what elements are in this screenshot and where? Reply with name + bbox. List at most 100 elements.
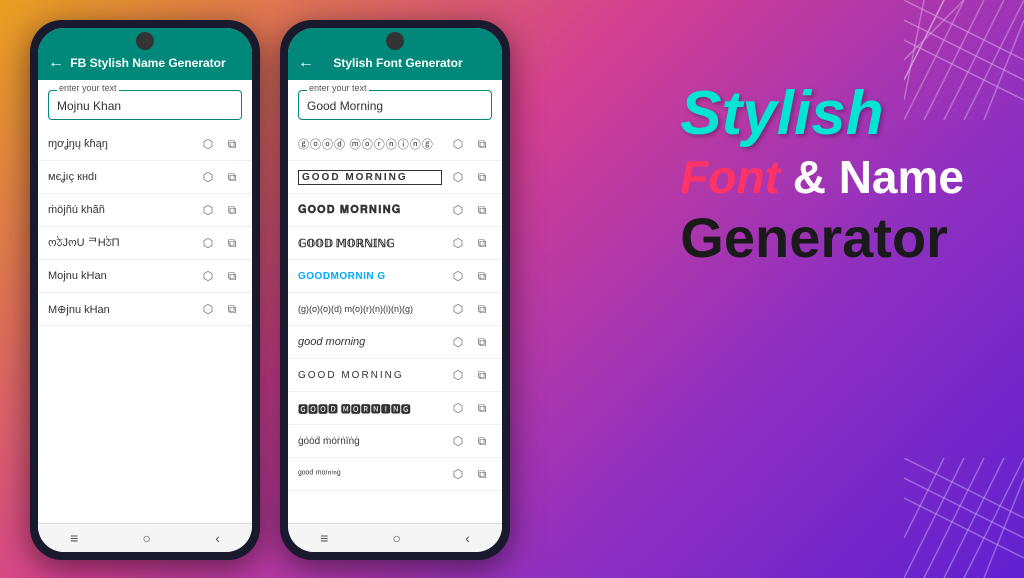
result-p2-text-7: good morning bbox=[298, 336, 442, 348]
share-icon-6[interactable]: ⬡ bbox=[198, 299, 218, 319]
result-p2-text-3: 𝐆𝐎𝐎𝐃 𝐌𝐎𝐑𝐍𝐈𝐍𝐆 bbox=[298, 204, 442, 217]
share-p2-icon-3[interactable]: ⬡ bbox=[448, 200, 468, 220]
phones-area: ← FB Stylish Name Generator enter your t… bbox=[30, 20, 510, 560]
phone-1-input-wrapper: enter your text Mojnu Khan bbox=[48, 90, 242, 120]
promo-and-text: & Name bbox=[793, 151, 964, 203]
nav-back-icon[interactable]: ‹ bbox=[215, 530, 220, 546]
result-p2-text-10: ġȯȯḋ ṁȯṙṅïṅġ bbox=[298, 436, 442, 447]
result-p2-icons-7: ⬡ ⧉ bbox=[448, 332, 492, 352]
nav2-back-icon[interactable]: ‹ bbox=[465, 530, 470, 546]
result-p2-icons-10: ⬡ ⧉ bbox=[448, 431, 492, 451]
copy-icon-6[interactable]: ⧉ bbox=[222, 299, 242, 319]
copy-p2-icon-6[interactable]: ⧉ bbox=[472, 299, 492, 319]
share-p2-icon-8[interactable]: ⬡ bbox=[448, 365, 468, 385]
share-p2-icon-7[interactable]: ⬡ bbox=[448, 332, 468, 352]
phone-1-nav: ≡ ○ ‹ bbox=[38, 523, 252, 552]
copy-p2-icon-3[interactable]: ⧉ bbox=[472, 200, 492, 220]
list-item: GOODMORNIN G ⬡ ⧉ bbox=[288, 260, 502, 293]
result-text-5: Mojnu kHan bbox=[48, 270, 192, 282]
result-p2-text-8: GOOD MORNING bbox=[298, 370, 442, 381]
phone-1-input-label: enter your text bbox=[57, 83, 119, 93]
phone-1-title: FB Stylish Name Generator bbox=[70, 56, 226, 70]
list-item: (g)(o)(o)(d) m(o)(r)(n)(i)(n)(g) ⬡ ⧉ bbox=[288, 293, 502, 326]
phone-1-back-icon[interactable]: ← bbox=[48, 54, 64, 72]
copy-p2-icon-7[interactable]: ⧉ bbox=[472, 332, 492, 352]
result-p2-icons-5: ⬡ ⧉ bbox=[448, 266, 492, 286]
promo-generator-text: Generator bbox=[680, 207, 964, 269]
result-p2-icons-1: ⬡ ⧉ bbox=[448, 134, 492, 154]
result-p2-text-9: 🅶🅾🅾🅳 🅼🅾🆁🅽🅸🅽🅶 bbox=[298, 401, 442, 416]
share-p2-icon-9[interactable]: ⬡ bbox=[448, 398, 468, 418]
phone-2-input-label: enter your text bbox=[307, 83, 369, 93]
copy-icon-3[interactable]: ⧉ bbox=[222, 200, 242, 220]
share-icon-3[interactable]: ⬡ bbox=[198, 200, 218, 220]
phone-1: ← FB Stylish Name Generator enter your t… bbox=[30, 20, 260, 560]
list-item: 🅶🅾🅾🅳 🅼🅾🆁🅽🅸🅽🅶 ⬡ ⧉ bbox=[288, 392, 502, 425]
phone-2-title: Stylish Font Generator bbox=[320, 56, 476, 70]
result-text-1: ɱơʝŋų ƙɦąŋ bbox=[48, 138, 192, 150]
share-p2-icon-5[interactable]: ⬡ bbox=[448, 266, 468, 286]
list-item: GOOD MORNING ⬡ ⧉ bbox=[288, 161, 502, 194]
copy-icon-4[interactable]: ⧉ bbox=[222, 233, 242, 253]
copy-p2-icon-2[interactable]: ⧉ bbox=[472, 167, 492, 187]
phone-2-input[interactable]: Good Morning bbox=[307, 99, 383, 113]
share-p2-icon-10[interactable]: ⬡ bbox=[448, 431, 468, 451]
result-p2-icons-2: ⬡ ⧉ bbox=[448, 167, 492, 187]
list-item: ᵍᵒᵒᵈ ᵐᵒʳⁿⁱⁿᵍ ⬡ ⧉ bbox=[288, 458, 502, 491]
list-item: 𝔾𝕆𝕆𝔻 𝕄𝕆ℝℕ𝕀ℕ𝔾 ⬡ ⧉ bbox=[288, 227, 502, 260]
copy-p2-icon-10[interactable]: ⧉ bbox=[472, 431, 492, 451]
copy-p2-icon-11[interactable]: ⧉ bbox=[472, 464, 492, 484]
copy-icon-2[interactable]: ⧉ bbox=[222, 167, 242, 187]
result-text-3: ṁöjñú khãñ bbox=[48, 204, 192, 216]
phone-2-back-icon[interactable]: ← bbox=[298, 54, 314, 72]
share-icon-2[interactable]: ⬡ bbox=[198, 167, 218, 187]
share-p2-icon-4[interactable]: ⬡ bbox=[448, 233, 468, 253]
phone-1-input[interactable]: Mojnu Khan bbox=[57, 99, 121, 113]
list-item: good morning ⬡ ⧉ bbox=[288, 326, 502, 359]
list-item: ოঠJოU ᄏHঠП ⬡ ⧉ bbox=[38, 227, 252, 260]
nav2-home-icon[interactable]: ○ bbox=[393, 530, 401, 546]
share-p2-icon-1[interactable]: ⬡ bbox=[448, 134, 468, 154]
share-icon-1[interactable]: ⬡ bbox=[198, 134, 218, 154]
list-item: M⊕jnu kHan ⬡ ⧉ bbox=[38, 293, 252, 326]
result-text-6: M⊕jnu kHan bbox=[48, 303, 192, 316]
phone-2-results: ⓖⓞⓞⓓ ⓜⓞⓡⓝⓘⓝⓖ ⬡ ⧉ GOOD MORNING ⬡ ⧉ 𝐆𝐎𝐎𝐃 𝐌… bbox=[288, 126, 502, 523]
result-p2-text-11: ᵍᵒᵒᵈ ᵐᵒʳⁿⁱⁿᵍ bbox=[298, 469, 442, 480]
result-p2-text-5: GOODMORNIN G bbox=[298, 271, 442, 282]
list-item: ⓖⓞⓞⓓ ⓜⓞⓡⓝⓘⓝⓖ ⬡ ⧉ bbox=[288, 128, 502, 161]
list-item: мєʝıç кнdı ⬡ ⧉ bbox=[38, 161, 252, 194]
phone-2-camera bbox=[386, 32, 404, 50]
share-p2-icon-6[interactable]: ⬡ bbox=[448, 299, 468, 319]
list-item: ṁöjñú khãñ ⬡ ⧉ bbox=[38, 194, 252, 227]
result-icons-3: ⬡ ⧉ bbox=[198, 200, 242, 220]
share-icon-5[interactable]: ⬡ bbox=[198, 266, 218, 286]
phone-2-nav: ≡ ○ ‹ bbox=[288, 523, 502, 552]
promo-stylish-text: Stylish bbox=[680, 80, 964, 148]
result-icons-5: ⬡ ⧉ bbox=[198, 266, 242, 286]
result-icons-4: ⬡ ⧉ bbox=[198, 233, 242, 253]
nav2-menu-icon[interactable]: ≡ bbox=[320, 530, 328, 546]
phone-2-input-wrapper: enter your text Good Morning bbox=[298, 90, 492, 120]
share-p2-icon-11[interactable]: ⬡ bbox=[448, 464, 468, 484]
nav-menu-icon[interactable]: ≡ bbox=[70, 530, 78, 546]
phone-2-input-area: enter your text Good Morning bbox=[288, 80, 502, 126]
result-p2-icons-3: ⬡ ⧉ bbox=[448, 200, 492, 220]
promo-font-name-text: Font & Name bbox=[680, 152, 964, 203]
nav-home-icon[interactable]: ○ bbox=[143, 530, 151, 546]
result-icons-2: ⬡ ⧉ bbox=[198, 167, 242, 187]
copy-p2-icon-8[interactable]: ⧉ bbox=[472, 365, 492, 385]
share-p2-icon-2[interactable]: ⬡ bbox=[448, 167, 468, 187]
result-p2-icons-11: ⬡ ⧉ bbox=[448, 464, 492, 484]
copy-icon-1[interactable]: ⧉ bbox=[222, 134, 242, 154]
copy-p2-icon-9[interactable]: ⧉ bbox=[472, 398, 492, 418]
copy-p2-icon-1[interactable]: ⧉ bbox=[472, 134, 492, 154]
copy-p2-icon-4[interactable]: ⧉ bbox=[472, 233, 492, 253]
copy-icon-5[interactable]: ⧉ bbox=[222, 266, 242, 286]
result-p2-text-1: ⓖⓞⓞⓓ ⓜⓞⓡⓝⓘⓝⓖ bbox=[298, 136, 442, 152]
result-p2-icons-6: ⬡ ⧉ bbox=[448, 299, 492, 319]
share-icon-4[interactable]: ⬡ bbox=[198, 233, 218, 253]
list-item: ɱơʝŋų ƙɦąŋ ⬡ ⧉ bbox=[38, 128, 252, 161]
result-icons-1: ⬡ ⧉ bbox=[198, 134, 242, 154]
result-icons-6: ⬡ ⧉ bbox=[198, 299, 242, 319]
copy-p2-icon-5[interactable]: ⧉ bbox=[472, 266, 492, 286]
